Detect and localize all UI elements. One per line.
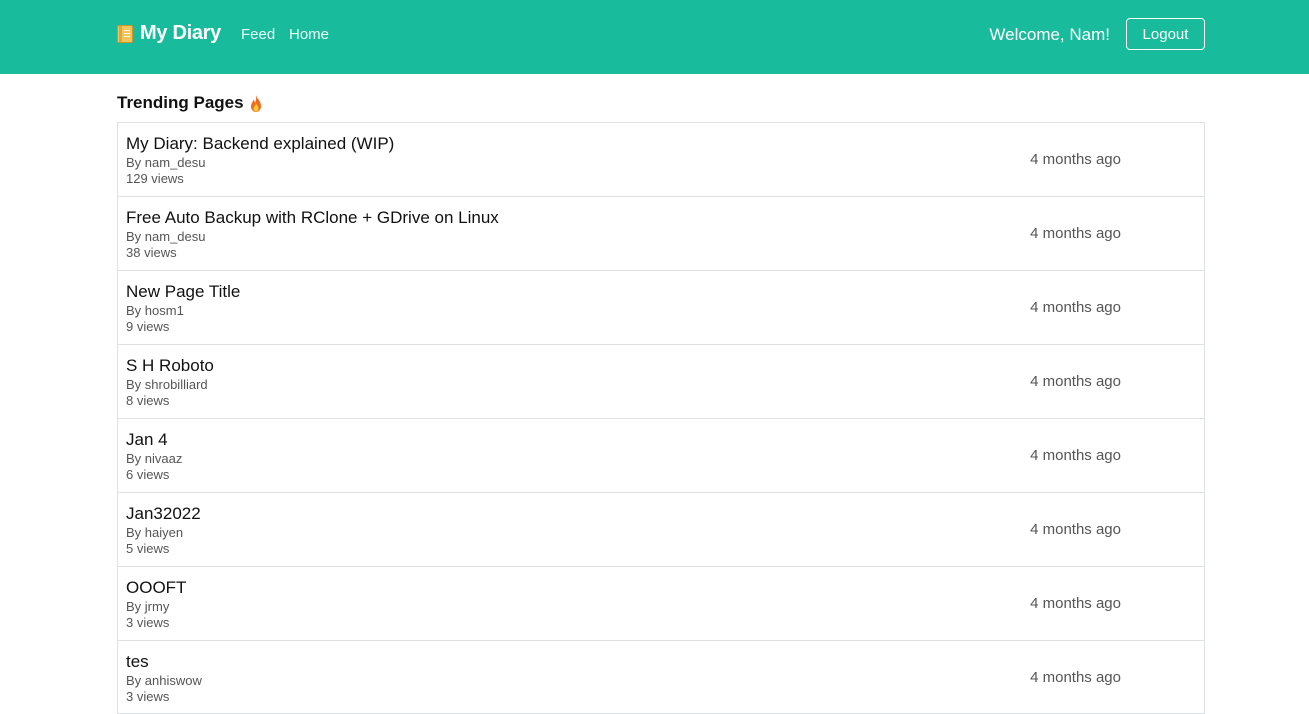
welcome-text: Welcome, Nam! — [989, 25, 1110, 44]
section-title-label: Trending Pages — [117, 93, 244, 112]
top-navbar: My Diary Feed Home Welcome, Nam! Logout — [0, 0, 1309, 74]
list-item[interactable]: My Diary: Backend explained (WIP) By nam… — [117, 122, 1205, 196]
page-timestamp: 4 months ago — [1030, 447, 1121, 464]
page-timestamp: 4 months ago — [1030, 299, 1121, 316]
page-views: 38 views — [126, 245, 177, 260]
page-views: 3 views — [126, 615, 170, 630]
page-views: 6 views — [126, 467, 170, 482]
page-views: 3 views — [126, 689, 170, 704]
page-views: 9 views — [126, 319, 170, 334]
brand-label: My Diary — [140, 22, 221, 44]
page-timestamp: 4 months ago — [1030, 225, 1121, 242]
page-timestamp: 4 months ago — [1030, 151, 1121, 168]
list-item[interactable]: New Page Title By hosm1 9 views 4 months… — [117, 270, 1205, 344]
page-timestamp: 4 months ago — [1030, 595, 1121, 612]
page-views: 8 views — [126, 393, 170, 408]
page-timestamp: 4 months ago — [1030, 373, 1121, 390]
nav-link-feed[interactable]: Feed — [241, 26, 275, 43]
list-item[interactable]: Jan 4 By nivaaz 6 views 4 months ago — [117, 418, 1205, 492]
fire-icon — [250, 94, 261, 112]
page-views: 129 views — [126, 171, 184, 186]
list-item[interactable]: OOOFT By jrmy 3 views 4 months ago — [117, 566, 1205, 640]
logout-button[interactable]: Logout — [1126, 18, 1205, 50]
page-timestamp: 4 months ago — [1030, 669, 1121, 686]
list-item[interactable]: tes By anhiswow 3 views 4 months ago — [117, 640, 1205, 714]
section-title: Trending Pages — [117, 93, 263, 113]
trending-pages-list: My Diary: Backend explained (WIP) By nam… — [117, 122, 1205, 714]
page-timestamp: 4 months ago — [1030, 521, 1121, 538]
page-views: 5 views — [126, 541, 170, 556]
list-item[interactable]: Free Auto Backup with RClone + GDrive on… — [117, 196, 1205, 270]
list-item[interactable]: S H Roboto By shrobilliard 8 views 4 mon… — [117, 344, 1205, 418]
nav-link-home[interactable]: Home — [289, 26, 329, 43]
brand-link[interactable]: My Diary — [117, 22, 221, 45]
list-item[interactable]: Jan32022 By haiyen 5 views 4 months ago — [117, 492, 1205, 566]
notebook-icon — [117, 24, 133, 43]
